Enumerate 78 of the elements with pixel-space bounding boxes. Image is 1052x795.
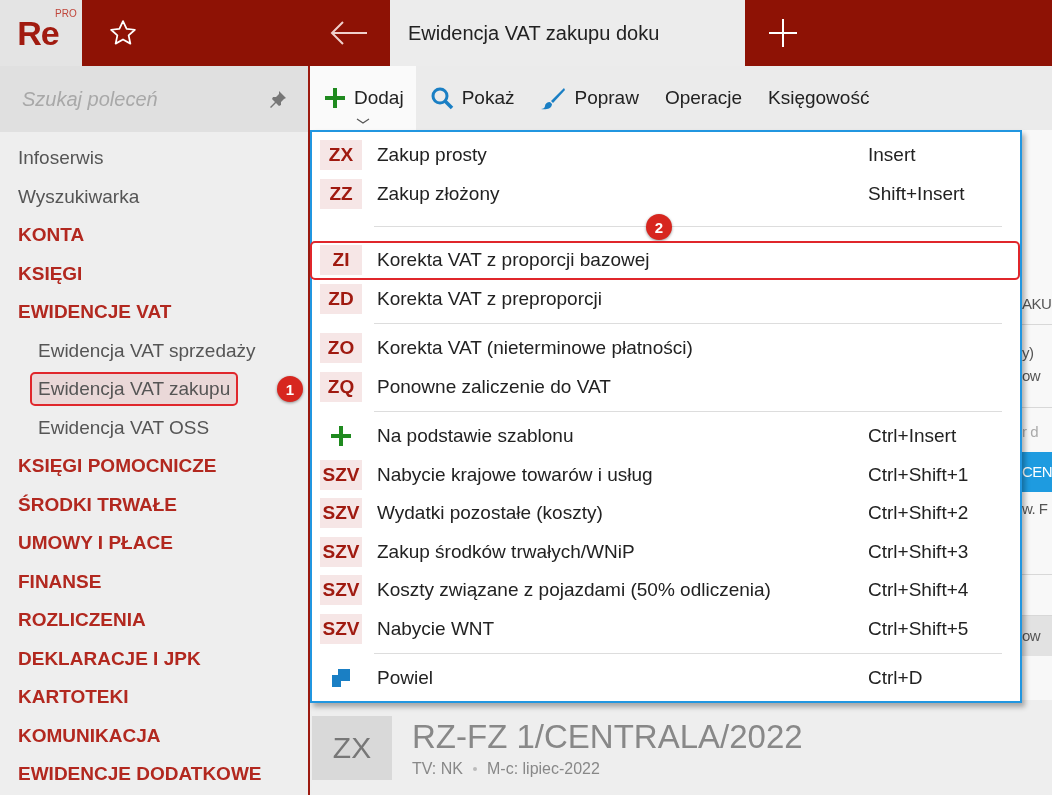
menu-item[interactable]: ZX Zakup prosty Insert [310,136,1020,175]
sidebar-item[interactable]: DEKLARACJE I JPK [0,639,308,678]
sidebar-item[interactable]: FINANSE [0,562,308,601]
star-icon[interactable] [108,18,138,48]
toolbar-button[interactable]: Dodaj [310,66,416,130]
document-code-tile: SZV [320,498,362,529]
document-code-tile: SZV [320,613,362,644]
sidebar-item[interactable]: Wyszukiwarka [0,177,308,216]
plus-icon[interactable] [768,18,798,48]
shortcut-label: Insert [868,144,917,167]
shortcut-label: Ctrl+Shift+5 [868,617,970,640]
plus-icon [330,425,352,448]
shortcut-label: Ctrl+D [868,667,924,690]
search-input[interactable]: Szukaj poleceń [20,86,268,112]
shortcut-label: Ctrl+Shift+4 [868,579,970,602]
menu-item[interactable]: SZV Nabycie krajowe towarów i usług Ctrl+Shift+1 [310,455,1020,494]
menu-item[interactable]: SZV Koszty związane z pojazdami (50% odliczenia) Ctrl+Shift+4 [310,571,1020,610]
document-code-tile: ZD [320,283,362,314]
toolbar-button[interactable]: Księgowość [754,66,882,130]
menu-item[interactable]: Powiel Ctrl+D [310,659,1020,698]
document-code-tile: ZX [320,140,362,171]
menu-item[interactable]: ZD Korekta VAT z preproporcji [310,279,1020,318]
toolbar-button[interactable]: Operacje [650,66,754,130]
menu-item[interactable]: Na podstawie szablonu Ctrl+Insert [310,417,1020,456]
brush-icon [540,86,567,110]
callout-badge: 1 [277,376,303,402]
sidebar-item[interactable]: ŚRODKI TRWAŁE [0,485,308,524]
search-icon [429,86,454,110]
sidebar-item[interactable]: KARTOTEKI [0,678,308,717]
document-code-tile: SZV [320,459,362,490]
sidebar-item[interactable]: KSIĘGI [0,254,308,293]
plus-icon [324,87,346,109]
search-field[interactable]: Szukaj poleceń [0,66,308,132]
list-text: CEN [1022,452,1052,492]
document-title: RZ-FZ 1/CENTRALA/2022 [412,717,803,756]
separator-dot [472,766,477,771]
sidebar-item[interactable]: KONTA [0,216,308,255]
shortcut-label: Ctrl+Shift+3 [868,540,970,563]
document-code-tile: SZV [320,536,362,567]
logo-superscript-text: PRO [55,8,77,19]
shortcut-label: Ctrl+Insert [868,425,958,448]
sidebar-item[interactable]: Infoserwis [0,139,308,178]
menu-item[interactable]: ZO Korekta VAT (nieterminowe płatności) [310,329,1020,368]
sidebar-item[interactable]: ROZLICZENIA [0,601,308,640]
menu-item[interactable]: SZV Nabycie WNT Ctrl+Shift+5 [310,609,1020,648]
menu-item[interactable]: ZQ Ponowne zaliczenie do VAT [310,367,1020,406]
sidebar-subitem[interactable]: Ewidencja VAT zakupu [30,372,239,407]
document-code-tile: ZI [320,245,362,276]
back-arrow-icon[interactable] [330,20,368,46]
list-text: r d [1022,422,1039,442]
sidebar-item[interactable]: UMOWY I PŁACE [0,524,308,563]
chevron-down-icon [355,118,370,124]
copy-icon [331,668,351,689]
sidebar-subitem[interactable]: Ewidencja VAT OSS [30,410,218,445]
sidebar-item[interactable]: EWIDENCJE VAT [0,293,308,332]
shortcut-label: Shift+Insert [868,182,966,205]
shortcut-label: Ctrl+Shift+2 [868,502,970,525]
list-text: ow [1022,615,1052,656]
document-code-tile: ZQ [320,371,362,402]
callout-badge: 2 [646,214,672,240]
menu-item[interactable]: SZV Wydatki pozostałe (koszty) Ctrl+Shift+2 [310,494,1020,533]
document-type-tile: ZX [312,715,392,780]
list-text: y) [1022,343,1035,363]
menu-item[interactable]: SZV Zakup środków trwałych/WNiP Ctrl+Shift+3 [310,532,1020,571]
document-code-tile: SZV [320,575,362,606]
document-meta: M-c: lipiec-2022 [486,759,600,778]
document-meta: TV: NK [412,759,463,778]
sidebar-subitem[interactable]: Ewidencja VAT sprzedaży [30,333,264,368]
shortcut-label: Ctrl+Shift+1 [868,463,970,486]
sidebar-item[interactable]: KOMUNIKACJA [0,716,308,755]
pin-icon[interactable] [268,89,288,109]
menu-item[interactable]: ZZ Zakup złożony Shift+Insert [310,174,1020,213]
document-code-tile: ZZ [320,178,362,209]
sidebar-item[interactable]: EWIDENCJE DODATKOWE [0,755,308,794]
toolbar-button[interactable]: Popraw [526,66,651,130]
document-code-tile: ZO [320,333,362,364]
sidebar-item[interactable]: KSIĘGI POMOCNICZE [0,447,308,486]
toolbar-button[interactable]: Pokaż [415,66,527,130]
